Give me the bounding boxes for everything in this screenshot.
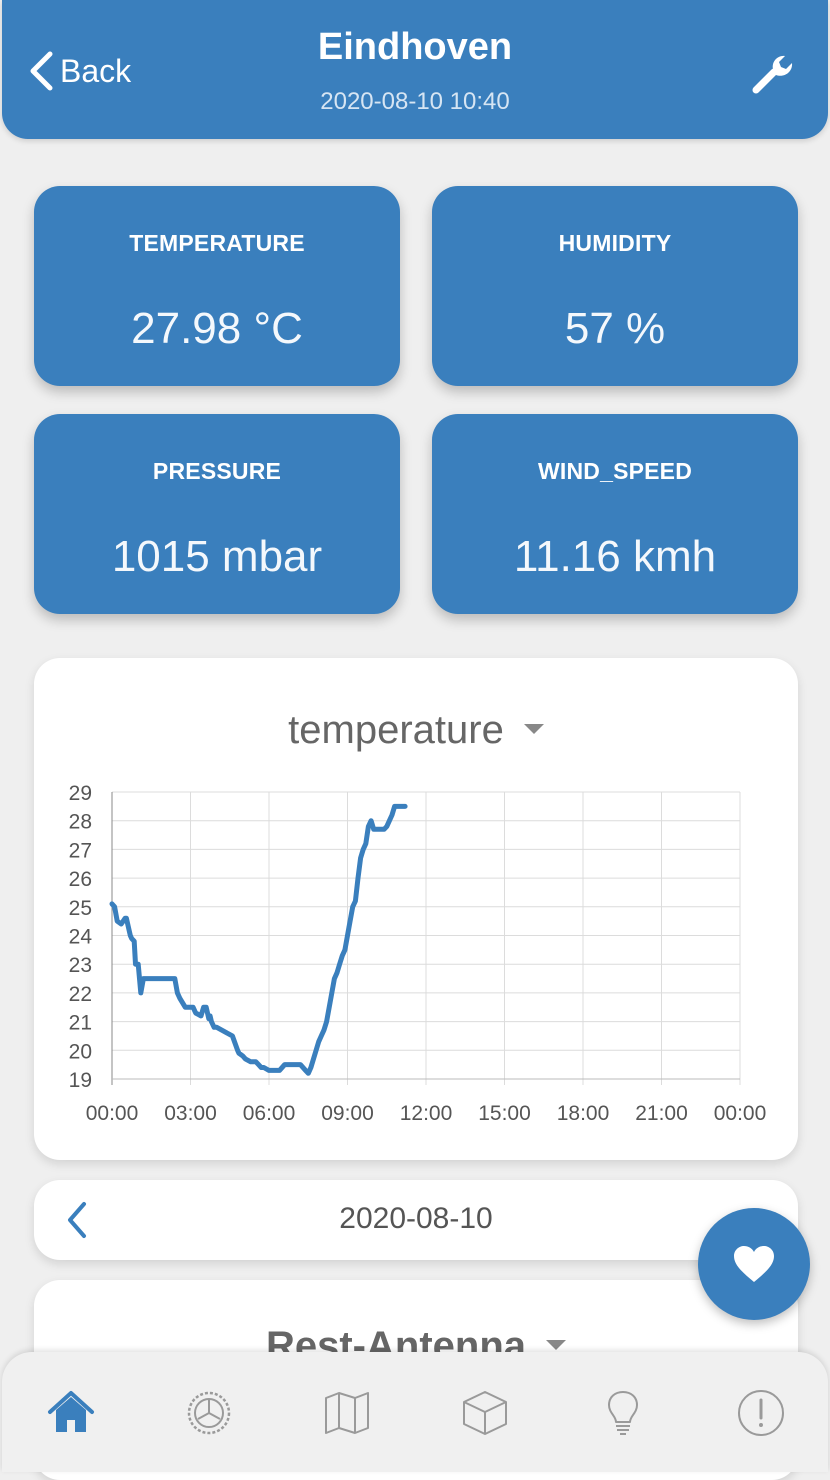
tile-label: HUMIDITY [558,230,672,256]
settings-button[interactable] [750,50,796,96]
tab-alerts[interactable] [736,1388,786,1438]
tab-map[interactable] [322,1388,372,1438]
y-tick-label: 20 [69,1040,92,1063]
x-tick-label: 03:00 [164,1102,217,1125]
cube-icon [463,1391,507,1435]
y-tick-label: 28 [69,811,92,834]
dashboard-gauge-icon [187,1391,231,1435]
y-tick-label: 23 [69,954,92,977]
tile-value: 1015 mbar [111,532,323,581]
selected-date: 2020-08-10 [339,1202,493,1235]
humidity-tile[interactable]: HUMIDITY 57 % [432,186,798,386]
temperature-tile[interactable]: TEMPERATURE 27.98 °C [34,186,400,386]
y-tick-label: 29 [69,782,92,805]
x-tick-label: 00:00 [714,1102,767,1125]
y-tick-label: 24 [69,926,93,949]
tile-label: PRESSURE [152,458,282,484]
tab-home[interactable] [46,1388,96,1438]
alert-icon [738,1390,784,1436]
y-tick-label: 21 [69,1012,92,1035]
x-tick-label: 18:00 [557,1102,610,1125]
top-app-bar: Back Eindhoven 2020-08-10 10:40 [2,0,828,139]
map-icon [325,1392,369,1434]
chart-card: temperature 19 20 21 22 23 24 25 26 27 28 29 00:00 0… [34,658,798,1160]
y-tick-label: 22 [69,983,92,1006]
favorite-button[interactable] [698,1208,810,1320]
x-tick-label: 00:00 [86,1102,139,1125]
y-tick-label: 25 [69,897,92,920]
wind-speed-tile[interactable]: WIND_SPEED 11.16 kmh [432,414,798,614]
tile-label: TEMPERATURE [129,230,305,256]
lightbulb-icon [608,1391,638,1435]
x-tick-label: 12:00 [400,1102,453,1125]
temperature-series-line [109,803,408,1076]
x-tick-label: 15:00 [478,1102,531,1125]
wrench-icon [752,55,793,94]
y-tick-label: 26 [69,868,92,891]
x-tick-label: 21:00 [635,1102,688,1125]
tile-value: 11.16 kmh [513,532,717,581]
heart-icon [734,1246,774,1282]
last-updated-timestamp: 2020-08-10 10:40 [320,88,510,115]
tile-value: 57 % [564,304,666,353]
temperature-line-chart: 19 20 21 22 23 24 25 26 27 28 29 00:00 03:00 06:00 09:… [69,782,767,1125]
y-tick-label: 27 [69,839,92,862]
y-tick-label: 19 [69,1069,92,1092]
page-title: Eindhoven [317,26,513,68]
tab-ideas[interactable] [598,1388,648,1438]
tab-dashboard[interactable] [184,1388,234,1438]
pressure-tile[interactable]: PRESSURE 1015 mbar [34,414,400,614]
home-icon [48,1391,94,1432]
x-tick-label: 06:00 [243,1102,296,1125]
tile-value: 27.98 °C [131,304,303,353]
bottom-tab-bar [2,1352,828,1472]
x-tick-label: 09:00 [321,1102,374,1125]
tab-devices[interactable] [460,1388,510,1438]
date-navigator: 2020-08-10 [34,1180,798,1260]
tile-label: WIND_SPEED [537,458,693,484]
caret-down-icon [546,1340,567,1351]
